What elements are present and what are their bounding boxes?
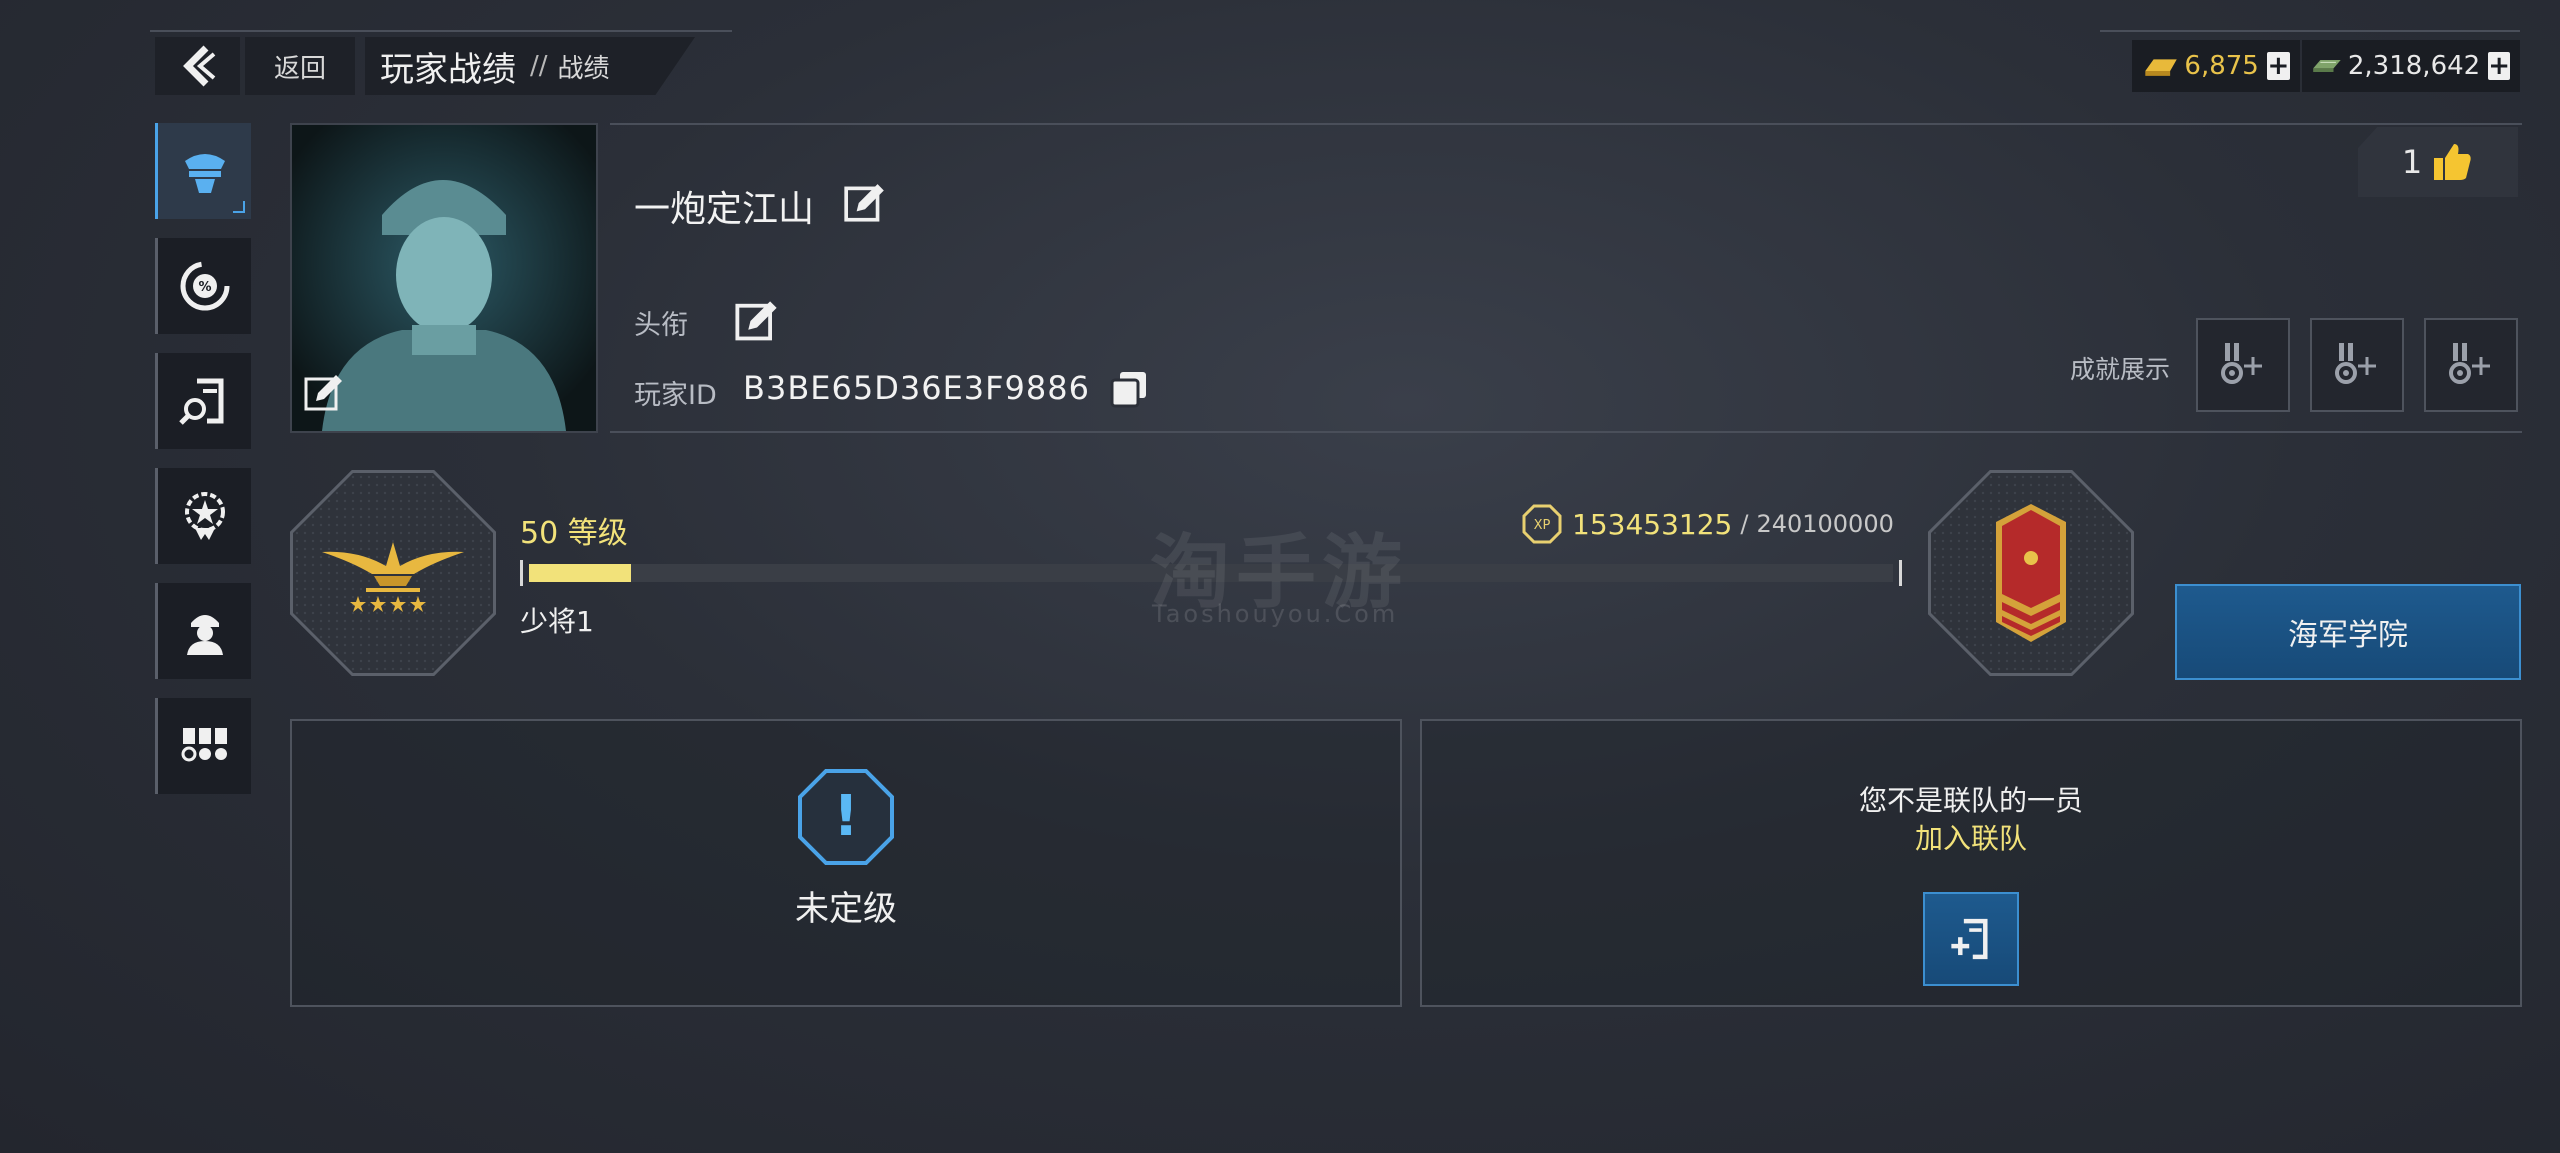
gold-currency: 6,875 + [2132,40,2300,92]
sidebar-item-stats[interactable]: % [155,238,251,334]
cash-stack-icon [2313,60,2341,72]
svg-text:%: % [198,280,211,295]
page-title: 玩家战绩 [380,49,516,90]
xp-badge-icon: XP [1522,504,1562,544]
like-button[interactable]: 1 [2358,127,2518,197]
like-count: 1 [2401,143,2423,181]
edit-title-button[interactable] [733,297,781,349]
alert-octagon-icon: ! [798,769,894,865]
breadcrumb-current: 战绩 [557,53,610,84]
back-label[interactable]: 返回 [245,37,355,95]
sidebar-item-records[interactable] [155,353,251,449]
header-divider-right [2100,30,2520,32]
achievements-label: 成就展示 [2070,355,2171,384]
edit-icon [735,301,777,341]
sidebar-item-soldier[interactable] [155,583,251,679]
achievement-slot-2[interactable] [2310,318,2404,412]
svg-text:!: ! [833,784,859,849]
add-medal-icon [2449,343,2490,384]
sidebar-item-medals[interactable] [155,698,251,794]
clan-card: 您不是联队的一员 加入联队 [1420,719,2522,1007]
edit-icon [844,184,884,222]
rank-name: 少将1 [520,605,594,638]
add-gold-button[interactable]: + [2266,52,2290,80]
title-label: 头衔 [634,310,688,341]
medals-icon [181,728,227,762]
breadcrumb-separator: // [530,51,548,81]
achievement-slot-1[interactable] [2196,318,2290,412]
add-medal-icon [2335,343,2376,384]
cash-amount: 2,318,642 [2347,51,2481,81]
player-id-value: B3BE65D36E3F9886 [743,369,1090,407]
search-record-icon [178,378,223,425]
achievement-slot-3[interactable] [2424,318,2518,412]
edit-name-button[interactable] [842,180,888,230]
svg-text:XP: XP [1534,518,1551,533]
rank-chevron-icon [1996,504,2066,642]
edit-icon [304,375,342,411]
xp-total: 240100000 [1756,510,1894,538]
gold-bar-icon [2145,59,2177,76]
percent-gauge-icon: % [180,261,229,311]
ranked-status: 未定级 [795,889,897,929]
star-badge-icon [184,492,225,540]
xp-readout: XP 153453125 / 240100000 [1522,504,1894,544]
copy-icon [1110,372,1146,408]
add-cash-button[interactable]: + [2488,52,2510,80]
player-id-label: 玩家ID [634,380,717,411]
xp-progress-fill [529,564,631,582]
player-name: 一炮定江山 [634,189,815,230]
xp-current: 153453125 [1572,507,1733,541]
officer-cap-icon [184,154,225,193]
soldier-icon [186,615,223,655]
clan-message: 您不是联队的一员 [1858,784,2083,817]
eagle-insignia-icon [322,542,464,612]
thumbs-up-icon [2434,144,2471,180]
watermark-url: Taoshouyou.Com [1152,600,1399,628]
add-medal-icon [2221,343,2262,384]
chevron-left-icon [182,45,215,87]
join-clan-icon [1951,918,1988,960]
back-button[interactable] [155,37,240,95]
page-title-bar: 玩家战绩 // 战绩 [365,37,695,95]
sidebar-item-profile[interactable] [155,123,251,219]
naval-academy-button[interactable]: 海军学院 [2175,584,2521,680]
header-divider [150,30,732,32]
copy-id-button[interactable] [1108,368,1150,414]
cash-currency: 2,318,642 + [2302,40,2520,92]
join-clan-button[interactable] [1923,892,2019,986]
level-text: 50 等级 [520,516,628,551]
gold-amount: 6,875 [2184,51,2259,81]
xp-separator: / [1740,510,1749,538]
edit-avatar-button[interactable] [302,371,346,419]
avatar[interactable] [290,123,598,433]
ranked-card: ! 未定级 [290,719,1402,1007]
sidebar-item-achievements[interactable] [155,468,251,564]
join-clan-link[interactable]: 加入联队 [1422,817,2520,857]
rank-emblem [290,470,496,676]
next-rank-emblem [1928,470,2134,676]
